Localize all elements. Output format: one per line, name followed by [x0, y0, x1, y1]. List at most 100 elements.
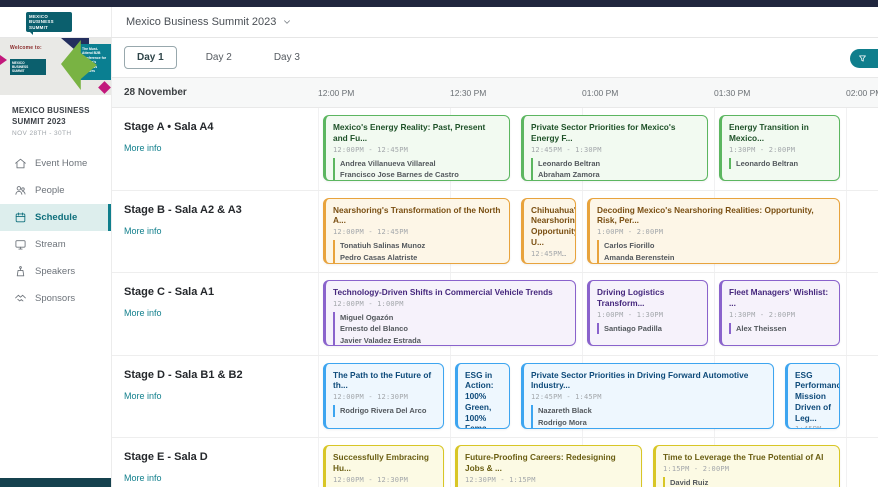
session-time: 12:00PM - 12:30PM — [333, 475, 409, 484]
session-card[interactable]: Time to Leverage the True Potential of A… — [653, 445, 840, 487]
speaker-list: Carlos FiorilloAmanda BerensteinBrian Wi… — [597, 240, 832, 263]
stage-name: Stage B - Sala A2 & A3 — [124, 203, 242, 216]
sidebar-item-event-home[interactable]: Event Home — [0, 150, 111, 177]
session-card[interactable]: Technology-Driven Shifts in Commercial V… — [323, 280, 576, 346]
gridline — [318, 108, 319, 190]
sidebar: The Must-Attend B2B Conference for Mexic… — [0, 38, 112, 487]
browser-top-strip — [0, 0, 878, 7]
session-time: 12:00PM - 1:00PM — [333, 299, 404, 308]
speaker-name: Rodrigo Mora — [538, 417, 587, 427]
session-card[interactable]: Decoding Mexico's Nearshoring Realities:… — [587, 197, 840, 264]
event-switcher[interactable]: Mexico Business Summit 2023 — [126, 16, 292, 28]
sidebar-item-schedule[interactable]: Schedule — [0, 204, 111, 232]
speaker-name: Santiago Padilla — [604, 323, 662, 333]
day-tabs: Day 1 Day 2 Day 3 — [112, 38, 878, 78]
sidebar-item-label: Schedule — [35, 212, 78, 224]
sidebar-nav: Event Home People Schedule Stream Speakers Sp… — [0, 150, 111, 312]
banner-logo: MEXICO BUSINESS SUMMIT — [10, 59, 46, 75]
sidebar-item-people[interactable]: People — [0, 177, 111, 204]
gridline — [318, 190, 319, 272]
banner-magenta-diamond — [98, 81, 111, 94]
session-title: Fleet Managers' Wishlist: ... — [729, 287, 829, 308]
more-info-link[interactable]: More info — [124, 308, 309, 318]
time-tick: 01:00 PM — [582, 88, 619, 98]
sidebar-event-dates: NOV 28TH - 30TH — [12, 130, 72, 138]
session-title: Successfully Embracing Hu... — [333, 452, 429, 473]
stage-label: Stage B - Sala A2 & A3 More info — [124, 204, 309, 236]
session-time: 1:30PM - 2:00PM — [729, 310, 796, 319]
gridline — [714, 108, 715, 190]
more-info-link[interactable]: More info — [124, 226, 309, 236]
session-time: 1:30PM - 2:00PM — [729, 145, 796, 154]
more-info-link[interactable]: More info — [124, 473, 309, 483]
sidebar-item-stream[interactable]: Stream — [0, 231, 111, 258]
more-info-link[interactable]: More info — [124, 143, 309, 153]
speaker-list: Santiago Padilla — [597, 322, 700, 335]
gridline — [846, 108, 847, 190]
banner-left-arrow — [0, 55, 7, 65]
speaker-list: Andrea Villanueva Villareal Francisco Jos… — [333, 157, 502, 180]
session-card[interactable]: ESG in Action: 100% Green, 100% Fema...1… — [455, 362, 510, 429]
speaker-name: Carlos Fiorillo — [604, 241, 655, 251]
speaker-name: Leonardo Beltran — [538, 158, 601, 168]
session-card[interactable]: Chihuahua's Nearshoring Opportunity: U..… — [521, 197, 576, 264]
stage-name: Stage D - Sala B1 & B2 — [124, 368, 243, 381]
session-card[interactable]: Energy Transition in Mexico... 1:30PM - 2… — [719, 115, 840, 181]
gridline — [450, 438, 451, 487]
session-time: 12:45PM - 1:00PM — [531, 249, 568, 258]
stage-row: Stage E - Sala D More info Successfully Em… — [112, 438, 878, 487]
speaker-name: Pedro Casas Alatriste — [340, 252, 418, 262]
app-header: MEXICO BUSINESS SUMMIT Mexico Business Sum… — [0, 7, 878, 38]
session-card[interactable]: Nearshoring's Transformation of the Nort… — [323, 197, 510, 264]
event-banner: The Must-Attend B2B Conference for Mexic… — [0, 38, 111, 95]
session-card[interactable]: The Path to the Future of th... 12:00PM -… — [323, 362, 444, 429]
speaker-list: Nazareth BlackRodrigo MoraGustavo Mejia — [531, 405, 766, 428]
more-info-link[interactable]: More info — [124, 391, 309, 401]
sidebar-item-speakers[interactable]: Speakers — [0, 258, 111, 285]
sidebar-item-sponsors[interactable]: Sponsors — [0, 285, 111, 312]
session-time: 1:15PM - 2:00PM — [663, 464, 730, 473]
speaker-list: Tonatiuh Salinas Munoz Pedro Casas Alatri… — [333, 240, 502, 263]
sidebar-item-label: Stream — [35, 239, 66, 251]
session-time: 12:30PM - 1:15PM — [465, 475, 536, 484]
gridline — [318, 273, 319, 355]
speaker-name: Rodrigo Rivera Del Arco — [340, 406, 427, 416]
speaker-name: David Ruiz — [670, 477, 709, 487]
stage-row: Stage B - Sala A2 & A3 More info Nearshori… — [112, 190, 878, 273]
session-card[interactable]: Future-Proofing Careers: Redesigning Job… — [455, 445, 642, 487]
sidebar-item-label: People — [35, 185, 65, 197]
speaker-name: Tonatiuh Salinas Munoz — [340, 241, 426, 251]
session-card[interactable]: ESG Performance: Mission Driven of Leg..… — [785, 362, 840, 429]
gridline — [714, 273, 715, 355]
session-title: Nearshoring's Transformation of the Nort… — [333, 204, 501, 226]
session-title: Driving Logistics Transform... — [597, 287, 665, 308]
session-title: Energy Transition in Mexico... — [729, 122, 809, 143]
gridline — [582, 273, 583, 355]
session-title: Technology-Driven Shifts in Commercial V… — [333, 287, 553, 297]
session-card[interactable]: Private Sector Priorities for Mexico's E… — [521, 115, 708, 181]
session-time: 12:00PM - 12:45PM — [333, 228, 409, 237]
filter-button[interactable] — [850, 49, 878, 68]
logo-line: SUMMIT — [29, 24, 49, 30]
sidebar-item-label: Event Home — [35, 158, 88, 170]
tab-day-1[interactable]: Day 1 — [124, 46, 177, 69]
session-title: ESG Performance: Mission Driven of Leg..… — [795, 369, 839, 423]
tab-day-3[interactable]: Day 3 — [261, 46, 313, 69]
speaker-name: Amanda Berenstein — [604, 252, 675, 262]
session-card[interactable]: Fleet Managers' Wishlist: ... 1:30PM - 2:… — [719, 280, 840, 346]
speaker-name: Leonardo Beltran — [736, 158, 799, 168]
session-card[interactable]: Driving Logistics Transform... 1:00PM - 1… — [587, 280, 708, 346]
session-title: Chihuahua's Nearshoring Opportunity: U..… — [531, 204, 576, 247]
session-card[interactable]: Successfully Embracing Hu... 12:00PM - 12… — [323, 445, 444, 487]
session-time: 12:00PM - 12:45PM — [333, 145, 409, 154]
tab-day-2[interactable]: Day 2 — [193, 46, 245, 69]
session-time: 12:00PM - 12:30PM — [333, 393, 409, 402]
people-icon — [15, 186, 26, 196]
session-card[interactable]: Mexico's Energy Reality: Past, Present a… — [323, 115, 510, 181]
speaker-name: Alex Theissen — [736, 323, 787, 333]
session-time: 12:45PM - 1:45PM — [531, 393, 602, 402]
sidebar-item-label: Sponsors — [35, 293, 76, 305]
session-time: 1:45PM - 2:00PM — [795, 425, 832, 427]
session-card[interactable]: Private Sector Priorities in Driving For… — [521, 362, 774, 429]
speaker-name: Miguel Ogazón — [340, 312, 394, 322]
